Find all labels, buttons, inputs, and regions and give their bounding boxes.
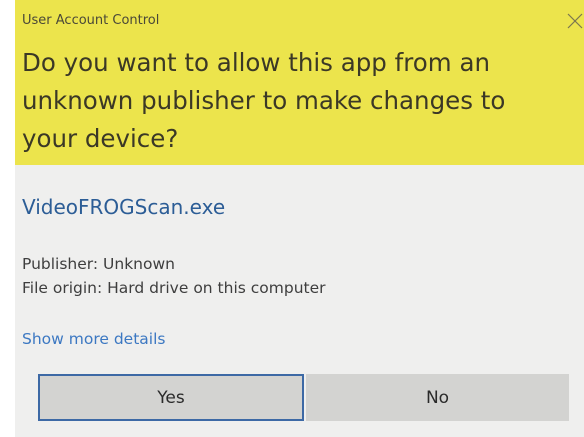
app-name: VideoFROGScan.exe bbox=[22, 195, 226, 219]
close-icon[interactable] bbox=[566, 12, 584, 30]
uac-dialog: User Account Control Do you want to allo… bbox=[0, 0, 584, 437]
no-button[interactable]: No bbox=[306, 374, 569, 421]
yes-button[interactable]: Yes bbox=[38, 374, 304, 421]
dialog-question: Do you want to allow this app from an un… bbox=[22, 48, 506, 153]
file-origin-label: File origin: Hard drive on this computer bbox=[22, 279, 326, 297]
publisher-label: Publisher: Unknown bbox=[22, 255, 175, 273]
show-more-details-link[interactable]: Show more details bbox=[22, 330, 165, 348]
dialog-title: User Account Control bbox=[22, 13, 160, 28]
